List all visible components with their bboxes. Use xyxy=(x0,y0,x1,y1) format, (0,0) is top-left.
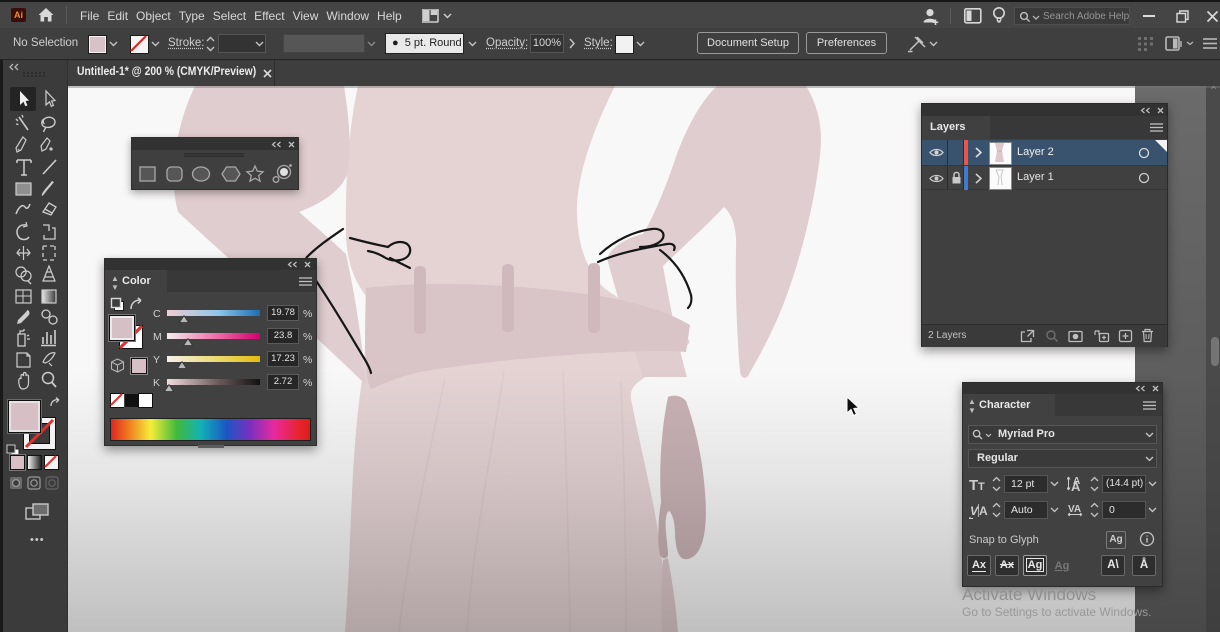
svg-text:T: T xyxy=(969,477,978,493)
svg-text:A: A xyxy=(1071,479,1081,493)
svg-text:T: T xyxy=(978,481,985,493)
svg-text:A: A xyxy=(979,504,988,518)
svg-text:V: V xyxy=(970,504,979,518)
